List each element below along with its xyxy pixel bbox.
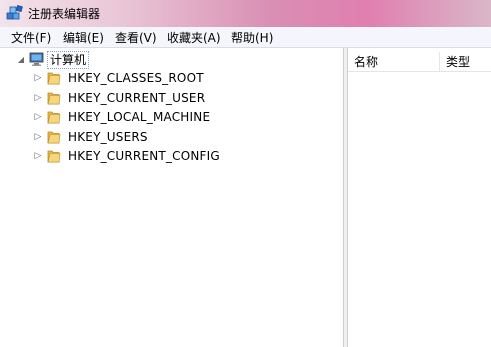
- values-list[interactable]: 名称 类型: [348, 48, 491, 347]
- title-bar[interactable]: 注册表编辑器: [0, 0, 491, 27]
- menu-bar: 文件(F) 编辑(E) 查看(V) 收藏夹(A) 帮助(H): [0, 27, 491, 48]
- tree-label-computer: 计算机: [47, 51, 90, 69]
- tree-label: HKEY_USERS: [68, 130, 148, 144]
- window-title: 注册表编辑器: [28, 7, 101, 21]
- tree-label: HKEY_LOCAL_MACHINE: [68, 110, 211, 124]
- menu-edit[interactable]: 编辑(E): [63, 30, 104, 46]
- column-header-type[interactable]: 类型: [440, 52, 491, 72]
- tree-item-hkey-classes-root[interactable]: ▷ HKEY_CLASSES_ROOT: [0, 69, 260, 87]
- folder-icon: [47, 92, 61, 105]
- registry-editor-icon: [6, 5, 23, 20]
- registry-tree[interactable]: ◢ 计算机 ▷ HKEY_CLASSES_ROOT ▷ HKEY_CURRENT…: [0, 48, 343, 347]
- computer-icon: [29, 52, 44, 66]
- folder-icon: [47, 72, 61, 85]
- menu-favorites[interactable]: 收藏夹(A): [167, 30, 221, 46]
- folder-icon: [47, 111, 61, 124]
- expanded-arrow-icon[interactable]: ◢: [16, 51, 26, 69]
- column-header-name[interactable]: 名称: [348, 52, 440, 72]
- tree-label: HKEY_CURRENT_CONFIG: [68, 149, 220, 163]
- tree-item-hkey-users[interactable]: ▷ HKEY_USERS: [0, 128, 260, 146]
- expand-arrow-icon[interactable]: ▷: [33, 128, 43, 146]
- tree-item-hkey-local-machine[interactable]: ▷ HKEY_LOCAL_MACHINE: [0, 108, 260, 126]
- expand-arrow-icon[interactable]: ▷: [33, 108, 43, 126]
- expand-arrow-icon[interactable]: ▷: [33, 89, 43, 107]
- folder-icon: [47, 150, 61, 163]
- menu-file[interactable]: 文件(F): [11, 30, 51, 46]
- expand-arrow-icon[interactable]: ▷: [33, 69, 43, 87]
- menu-help[interactable]: 帮助(H): [231, 30, 273, 46]
- tree-item-hkey-current-user[interactable]: ▷ HKEY_CURRENT_USER: [0, 89, 260, 107]
- tree-item-computer[interactable]: ◢ 计算机: [0, 51, 120, 69]
- menu-view[interactable]: 查看(V): [115, 30, 157, 46]
- tree-label: HKEY_CLASSES_ROOT: [68, 71, 204, 85]
- tree-item-hkey-current-config[interactable]: ▷ HKEY_CURRENT_CONFIG: [0, 147, 260, 165]
- folder-icon: [47, 131, 61, 144]
- tree-label: HKEY_CURRENT_USER: [68, 91, 206, 105]
- expand-arrow-icon[interactable]: ▷: [33, 147, 43, 165]
